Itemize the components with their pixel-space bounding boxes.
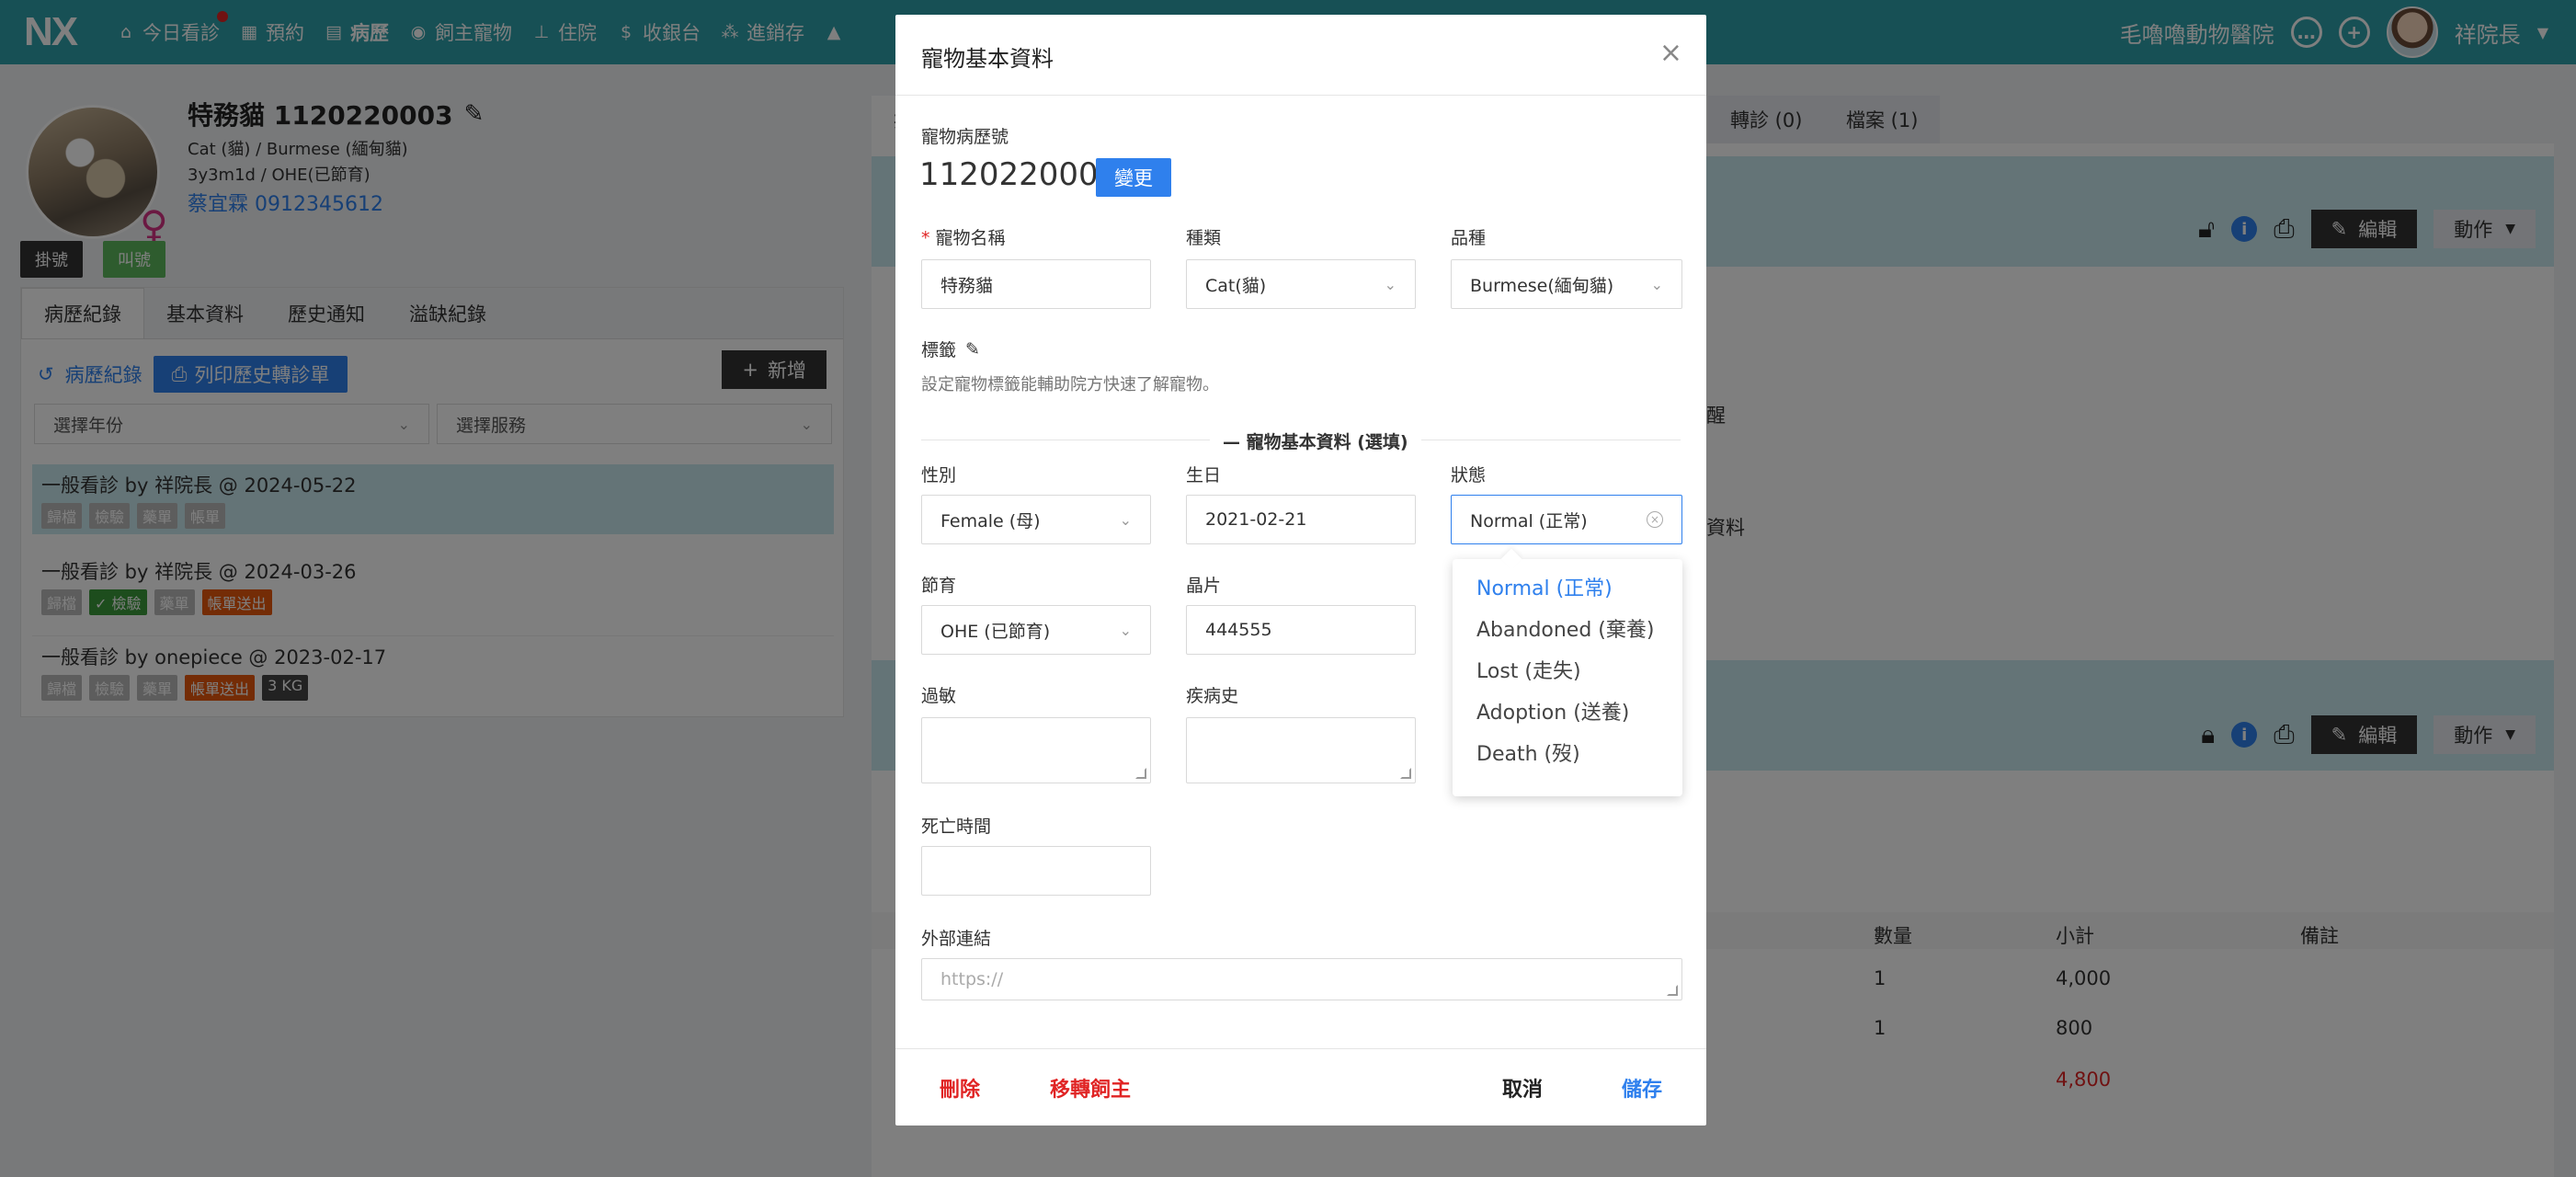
section-title: — 寵物基本資料 (選填)	[1210, 429, 1421, 453]
gender-select[interactable]: Female (母) ⌄	[921, 495, 1151, 544]
close-icon[interactable]: ×	[1659, 37, 1682, 69]
status-option-adoption[interactable]: Adoption (送養)	[1476, 696, 1629, 726]
modal-title: 寵物基本資料	[921, 46, 1054, 72]
clear-icon[interactable]: ×	[1647, 511, 1663, 528]
dropdown-arrow	[1500, 548, 1522, 570]
death-time-label: 死亡時間	[921, 817, 992, 837]
allergy-textarea[interactable]	[921, 717, 1151, 783]
pet-basic-info-modal: 寵物基本資料 × 寵物病歷號 1120220003 變更 * 寵物名稱 種類 品種…	[895, 15, 1706, 1126]
species-select[interactable]: Cat(貓) ⌄	[1186, 259, 1416, 309]
cancel-button[interactable]: 取消	[1502, 1073, 1543, 1103]
neuter-label: 節育	[921, 576, 957, 596]
chevron-down-icon: ⌄	[1119, 510, 1132, 529]
tags-hint: 設定寵物標籤能輔助院方快速了解寵物。	[921, 375, 1219, 394]
disease-history-textarea[interactable]	[1186, 717, 1416, 783]
save-button[interactable]: 儲存	[1622, 1073, 1662, 1103]
status-dropdown-menu: Normal (正常) Abandoned (棄養) Lost (走失) Ado…	[1453, 548, 1682, 796]
chart-number: 1120220003	[919, 156, 1119, 193]
status-select[interactable]: Normal (正常) ×	[1451, 495, 1682, 544]
birthday-label: 生日	[1186, 465, 1222, 486]
tags-label: 標籤 ✎	[921, 338, 980, 361]
status-option-lost[interactable]: Lost (走失)	[1476, 655, 1581, 684]
chip-input[interactable]: 444555	[1186, 605, 1416, 655]
transfer-owner-button[interactable]: 移轉飼主	[1050, 1073, 1131, 1103]
neuter-select[interactable]: OHE (已節育) ⌄	[921, 605, 1151, 655]
pet-name-input[interactable]: 特務貓	[921, 259, 1151, 309]
species-label: 種類	[1186, 228, 1222, 248]
external-link-label: 外部連結	[921, 929, 992, 949]
chevron-down-icon: ⌄	[1119, 621, 1132, 639]
death-time-input[interactable]	[921, 846, 1151, 896]
status-label: 狀態	[1451, 465, 1487, 486]
chip-label: 晶片	[1186, 576, 1222, 596]
chart-number-label: 寵物病歷號	[921, 127, 1009, 147]
disease-history-label: 疾病史	[1186, 686, 1239, 706]
breed-select[interactable]: Burmese(緬甸貓) ⌄	[1451, 259, 1682, 309]
modal-footer: 刪除 移轉飼主 取消 儲存	[895, 1048, 1706, 1126]
pet-name-label: * 寵物名稱	[921, 228, 1006, 248]
status-option-death[interactable]: Death (歿)	[1476, 737, 1580, 767]
allergy-label: 過敏	[921, 686, 957, 706]
birthday-input[interactable]: 2021-02-21	[1186, 495, 1416, 544]
status-option-normal[interactable]: Normal (正常)	[1476, 572, 1613, 601]
status-option-abandoned[interactable]: Abandoned (棄養)	[1476, 613, 1654, 643]
chevron-down-icon: ⌄	[1650, 275, 1663, 293]
delete-button[interactable]: 刪除	[940, 1073, 980, 1103]
resize-handle[interactable]	[1667, 985, 1678, 996]
resize-handle[interactable]	[1135, 768, 1146, 779]
chevron-down-icon: ⌄	[1384, 275, 1396, 293]
pencil-icon[interactable]: ✎	[965, 339, 980, 360]
gender-label: 性別	[921, 465, 957, 486]
change-chart-number-button[interactable]: 變更	[1096, 158, 1171, 197]
breed-label: 品種	[1451, 228, 1487, 248]
modal-header: 寵物基本資料 ×	[895, 15, 1706, 96]
external-link-textarea[interactable]: https://	[921, 958, 1682, 1000]
resize-handle[interactable]	[1400, 768, 1411, 779]
